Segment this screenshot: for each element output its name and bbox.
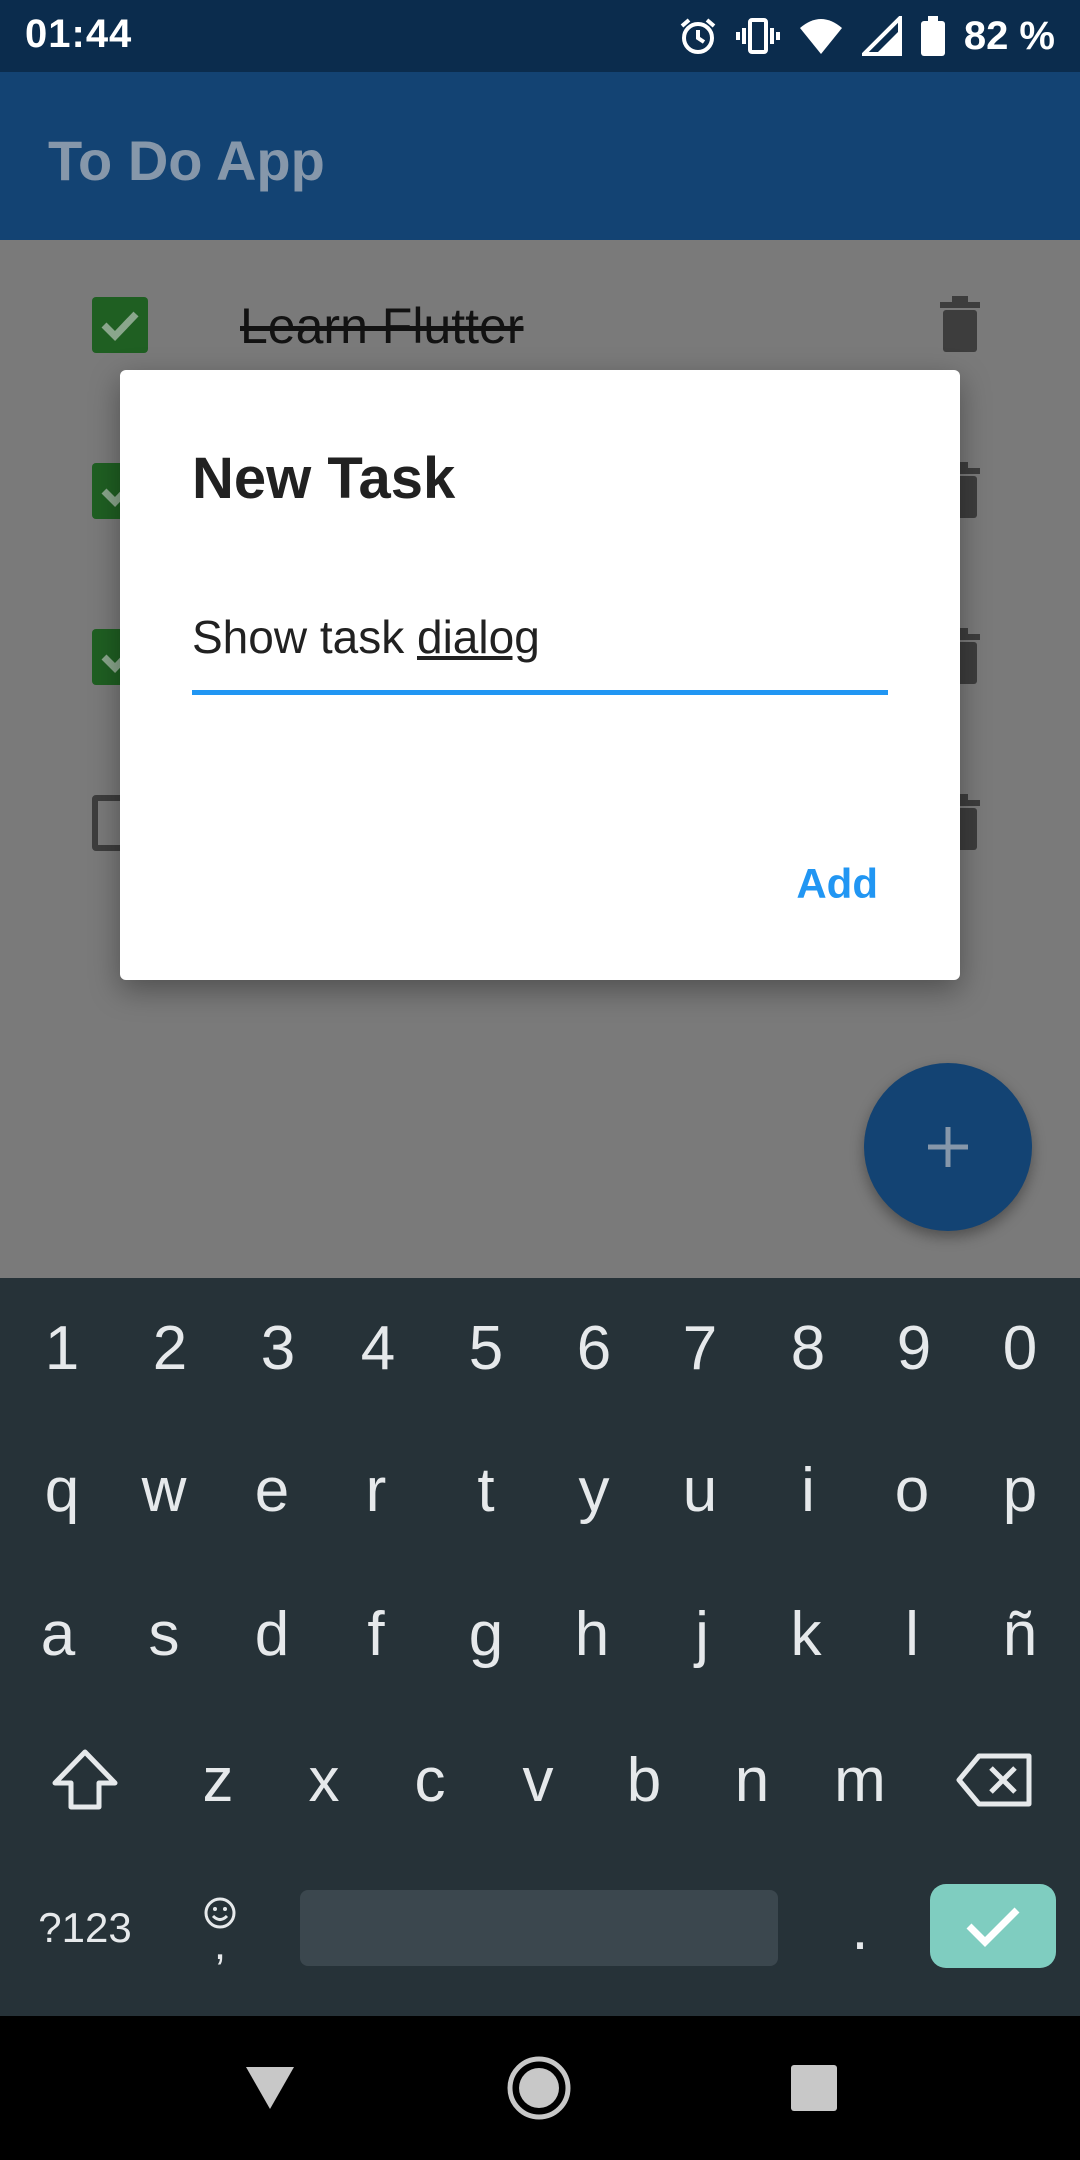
key-x[interactable]: x bbox=[270, 1710, 378, 1850]
app-bar: To Do App bbox=[0, 72, 1080, 240]
add-button[interactable]: Add bbox=[796, 860, 878, 908]
keyboard-row-3: z x c v b n m bbox=[0, 1710, 1080, 1850]
key-p[interactable]: p bbox=[966, 1420, 1074, 1560]
enter-key[interactable] bbox=[930, 1884, 1056, 1968]
key-6[interactable]: 6 bbox=[540, 1278, 648, 1418]
shift-icon bbox=[52, 1749, 118, 1810]
key-l[interactable]: l bbox=[858, 1564, 966, 1704]
key-e[interactable]: e bbox=[218, 1420, 326, 1560]
space-key[interactable] bbox=[300, 1890, 778, 1966]
signal-icon bbox=[861, 16, 902, 56]
battery-percentage: 82 % bbox=[963, 13, 1055, 58]
backspace-icon bbox=[956, 1753, 1032, 1807]
check-icon bbox=[966, 1907, 1020, 1947]
period-key[interactable]: . bbox=[806, 1858, 914, 1998]
status-time: 01:44 bbox=[25, 12, 133, 56]
key-b[interactable]: b bbox=[590, 1710, 698, 1850]
key-h[interactable]: h bbox=[538, 1564, 646, 1704]
vibrate-icon bbox=[735, 18, 780, 54]
task-input-field[interactable]: Show task dialog bbox=[192, 610, 888, 695]
key-q[interactable]: q bbox=[8, 1420, 116, 1560]
key-0[interactable]: 0 bbox=[966, 1278, 1074, 1418]
shift-key[interactable] bbox=[30, 1710, 140, 1850]
key-j[interactable]: j bbox=[648, 1564, 756, 1704]
add-icon bbox=[928, 1127, 968, 1167]
task-label: Learn Flutter bbox=[240, 298, 524, 354]
key-g[interactable]: g bbox=[432, 1564, 540, 1704]
key-m[interactable]: m bbox=[806, 1710, 914, 1850]
backspace-key[interactable] bbox=[940, 1710, 1050, 1850]
soft-keyboard: 1 2 3 4 5 6 7 8 9 0 q w e r t y u i o p … bbox=[0, 1278, 1080, 2016]
app-title: To Do App bbox=[48, 129, 325, 192]
key-a[interactable]: a bbox=[4, 1564, 112, 1704]
key-8[interactable]: 8 bbox=[754, 1278, 862, 1418]
key-s[interactable]: s bbox=[110, 1564, 218, 1704]
key-w[interactable]: w bbox=[110, 1420, 218, 1560]
system-nav-bar bbox=[0, 2016, 1080, 2160]
nav-back-button[interactable] bbox=[240, 2058, 300, 2118]
key-1[interactable]: 1 bbox=[8, 1278, 116, 1418]
key-d[interactable]: d bbox=[218, 1564, 326, 1704]
key-o[interactable]: o bbox=[858, 1420, 966, 1560]
nav-home-button[interactable] bbox=[504, 2056, 574, 2120]
wifi-icon bbox=[799, 19, 842, 54]
new-task-dialog: New Task Show task dialog Add bbox=[120, 370, 960, 980]
key-z[interactable]: z bbox=[164, 1710, 272, 1850]
nav-recents-icon bbox=[791, 2065, 837, 2111]
status-bar: 01:44 82 % bbox=[0, 0, 1080, 72]
keyboard-number-row: 1 2 3 4 5 6 7 8 9 0 bbox=[0, 1278, 1080, 1418]
key-7[interactable]: 7 bbox=[646, 1278, 754, 1418]
emoji-comma-key[interactable]: , bbox=[180, 1858, 260, 1998]
key-9[interactable]: 9 bbox=[860, 1278, 968, 1418]
key-n-tilde[interactable]: ñ bbox=[966, 1564, 1074, 1704]
key-n[interactable]: n bbox=[698, 1710, 806, 1850]
key-t[interactable]: t bbox=[432, 1420, 540, 1560]
task-input-text: Show task bbox=[192, 611, 417, 663]
key-3[interactable]: 3 bbox=[224, 1278, 332, 1418]
key-5[interactable]: 5 bbox=[432, 1278, 540, 1418]
nav-recents-button[interactable] bbox=[784, 2058, 844, 2118]
symbols-key[interactable]: ?123 bbox=[20, 1858, 150, 1998]
key-2[interactable]: 2 bbox=[116, 1278, 224, 1418]
dialog-title: New Task bbox=[192, 446, 456, 511]
key-k[interactable]: k bbox=[752, 1564, 860, 1704]
keyboard-row-2: a s d f g h j k l ñ bbox=[0, 1564, 1080, 1704]
key-i[interactable]: i bbox=[754, 1420, 862, 1560]
battery-icon bbox=[920, 16, 945, 56]
keyboard-row-1: q w e r t y u i o p bbox=[0, 1420, 1080, 1560]
key-v[interactable]: v bbox=[484, 1710, 592, 1850]
key-u[interactable]: u bbox=[646, 1420, 754, 1560]
key-c[interactable]: c bbox=[376, 1710, 484, 1850]
alarm-icon bbox=[680, 18, 716, 54]
nav-back-icon bbox=[246, 2067, 294, 2109]
add-task-fab[interactable] bbox=[864, 1063, 1032, 1231]
task-input-composing-text: dialog bbox=[417, 611, 540, 663]
comma-label: , bbox=[213, 1920, 227, 1969]
check-icon bbox=[101, 311, 139, 342]
task-checkbox[interactable] bbox=[92, 297, 148, 353]
key-y[interactable]: y bbox=[540, 1420, 648, 1560]
key-4[interactable]: 4 bbox=[324, 1278, 432, 1418]
status-icons: 82 % bbox=[678, 12, 1055, 60]
key-f[interactable]: f bbox=[322, 1564, 430, 1704]
key-r[interactable]: r bbox=[322, 1420, 430, 1560]
trash-icon[interactable] bbox=[940, 296, 980, 352]
nav-home-icon bbox=[507, 2056, 571, 2120]
